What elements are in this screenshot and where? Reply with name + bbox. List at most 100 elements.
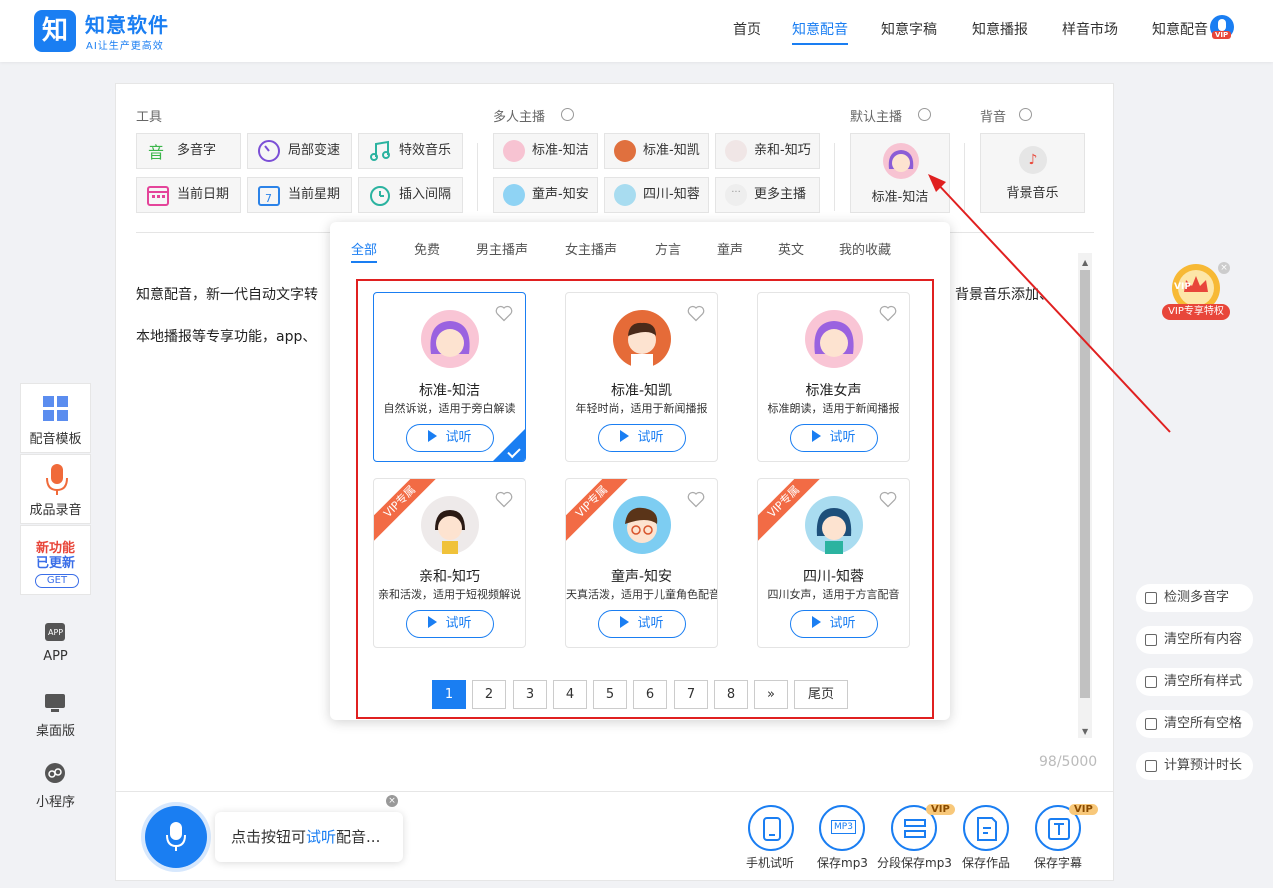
tip-text: 配音... [336, 828, 381, 846]
preview-mic-button[interactable] [145, 806, 207, 868]
nav-sample-market[interactable]: 样音市场 [1062, 19, 1118, 39]
default-anchor-gear-icon[interactable] [918, 108, 931, 121]
voice-card[interactable]: 标准-知洁 自然诉说，适用于旁白解读 试听 [373, 292, 526, 462]
voice-avatar [421, 310, 479, 368]
anchor-zhikai[interactable]: 标准-知凯 [604, 133, 709, 169]
save-mp3-button[interactable]: MP3 [819, 805, 865, 851]
play-preview-button[interactable]: 试听 [406, 424, 494, 452]
tool-current-week[interactable]: 7 当前星期 [247, 177, 352, 213]
new-features-banner[interactable]: 新功能 已更新 GET [20, 525, 91, 595]
mp3-file-icon: MP3 [831, 820, 856, 834]
tab-favorites[interactable]: 我的收藏 [839, 239, 891, 258]
heart-icon[interactable] [686, 303, 706, 323]
nav-user[interactable]: 知意配音 [1152, 19, 1208, 39]
tab-english[interactable]: 英文 [778, 239, 804, 258]
nav-script[interactable]: 知意字稿 [881, 19, 937, 39]
recordings-button[interactable]: 成品录音 [20, 454, 91, 524]
phone-icon [763, 817, 781, 841]
anchor-zhirong[interactable]: 四川-知蓉 [604, 177, 709, 213]
play-preview-button[interactable]: 试听 [406, 610, 494, 638]
voice-card[interactable]: 标准女声 标准朗读，适用于新闻播报 试听 [757, 292, 910, 462]
anchor-zhiqiao[interactable]: 亲和-知巧 [715, 133, 820, 169]
page-5[interactable]: 5 [593, 680, 627, 709]
clear-styles-button[interactable]: 清空所有样式 [1136, 668, 1253, 696]
page-7[interactable]: 7 [674, 680, 708, 709]
bgm-gear-icon[interactable] [1019, 108, 1032, 121]
voice-card[interactable]: VIP专属 亲和-知巧 亲和活泼，适用于短视频解说 试听 [373, 478, 526, 648]
vip-badge: VIP [926, 804, 955, 815]
tool-label: 当前日期 [177, 187, 230, 202]
page-2[interactable]: 2 [472, 680, 506, 709]
nav-home[interactable]: 首页 [733, 19, 761, 39]
tab-dialect[interactable]: 方言 [655, 239, 681, 258]
voice-card[interactable]: VIP专属 四川-知蓉 四川女声，适用于方言配音 试听 [757, 478, 910, 648]
save-work-button[interactable] [963, 805, 1009, 851]
page-3[interactable]: 3 [513, 680, 547, 709]
tool-insert-pause[interactable]: 插入间隔 [358, 177, 463, 213]
heart-icon[interactable] [494, 303, 514, 323]
voice-avatar [613, 496, 671, 554]
tip-highlight[interactable]: 试听 [306, 828, 336, 846]
tool-current-date[interactable]: 当前日期 [136, 177, 241, 213]
voice-card[interactable]: VIP专属 童声-知安 天真活泼，适用于儿童角色配音 试听 [565, 478, 718, 648]
app-download-link[interactable]: APP [20, 649, 91, 664]
play-preview-button[interactable]: 试听 [598, 610, 686, 638]
button-label: 计算预计时长 [1164, 758, 1243, 773]
anchor-label: 童声-知安 [532, 187, 589, 202]
voice-template-button[interactable]: 配音模板 [20, 383, 91, 453]
page-next[interactable]: » [754, 680, 788, 709]
page-last[interactable]: 尾页 [794, 680, 848, 709]
page-4[interactable]: 4 [553, 680, 587, 709]
scroll-down-icon[interactable]: ▼ [1082, 727, 1088, 736]
play-preview-button[interactable]: 试听 [598, 424, 686, 452]
estimate-duration-button[interactable]: 计算预计时长 [1136, 752, 1253, 780]
heart-icon[interactable] [686, 489, 706, 509]
tool-polyphone[interactable]: 音 多音字 [136, 133, 241, 169]
tab-all[interactable]: 全部 [351, 239, 378, 263]
phone-preview-button[interactable] [748, 805, 794, 851]
tab-female[interactable]: 女主播声 [565, 239, 617, 258]
page-6[interactable]: 6 [633, 680, 667, 709]
heart-icon[interactable] [878, 303, 898, 323]
vip-promo[interactable]: VIP VIP专享特权 × [1162, 262, 1230, 322]
more-anchors-button[interactable]: ··· 更多主播 [715, 177, 820, 213]
anchor-zhian[interactable]: 童声-知安 [493, 177, 598, 213]
anchor-zhijie[interactable]: 标准-知洁 [493, 133, 598, 169]
play-preview-button[interactable]: 试听 [790, 424, 878, 452]
bottom-divider [115, 791, 1114, 792]
mini-program-link[interactable]: 小程序 [20, 791, 91, 810]
anchor-label: 标准-知凯 [643, 143, 700, 158]
play-preview-button[interactable]: 试听 [790, 610, 878, 638]
svg-text:APP: APP [48, 628, 63, 637]
editor-text-line-2[interactable]: 本地播报等专享功能，app、 [136, 326, 316, 346]
voice-card[interactable]: 标准-知凯 年轻时尚，适用于新闻播报 试听 [565, 292, 718, 462]
clear-content-button[interactable]: 清空所有内容 [1136, 626, 1253, 654]
heart-icon[interactable] [494, 489, 514, 509]
tab-male[interactable]: 男主播声 [476, 239, 528, 258]
top-bar: 知 知意软件 AI让生产更高效 首页 知意配音 知意字稿 知意播报 样音市场 知… [0, 0, 1273, 62]
tab-free[interactable]: 免费 [414, 239, 440, 258]
close-icon[interactable]: × [1218, 262, 1230, 274]
tool-speed[interactable]: 局部变速 [247, 133, 352, 169]
tool-effect-music[interactable]: 特效音乐 [358, 133, 463, 169]
get-button[interactable]: GET [35, 574, 79, 588]
logo-icon[interactable]: 知 [34, 10, 76, 52]
check-polyphone-button[interactable]: 检测多音字 [1136, 584, 1253, 612]
avatar-icon [614, 140, 636, 162]
multi-settings-gear-icon[interactable] [561, 108, 574, 121]
page-8[interactable]: 8 [714, 680, 748, 709]
girl-avatar-icon [430, 321, 470, 357]
vip-badge: VIP [1069, 804, 1098, 815]
tool-label: 特效音乐 [399, 143, 452, 158]
editor-text-line-1[interactable]: 知意配音，新一代自动文字转 [136, 284, 318, 304]
desktop-version-link[interactable]: 桌面版 [20, 720, 91, 739]
annotation-arrow [928, 174, 1171, 433]
tab-child[interactable]: 童声 [717, 239, 743, 258]
close-tip-icon[interactable]: × [386, 795, 398, 807]
clear-spaces-button[interactable]: 清空所有空格 [1136, 710, 1253, 738]
girl-avatar-icon [888, 150, 914, 172]
page-1[interactable]: 1 [432, 680, 466, 709]
nav-broadcast[interactable]: 知意播报 [972, 19, 1028, 39]
heart-icon[interactable] [878, 489, 898, 509]
nav-dubbing[interactable]: 知意配音 [792, 19, 848, 45]
